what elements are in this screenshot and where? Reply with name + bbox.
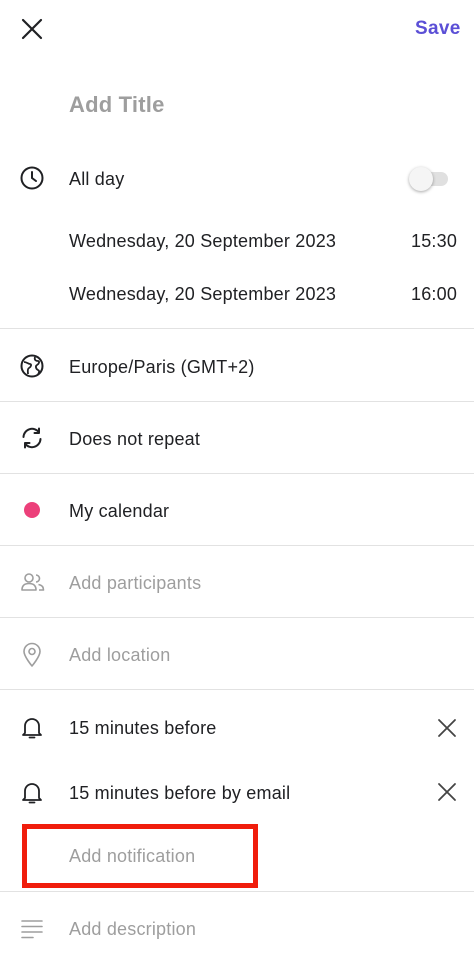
bell-icon	[22, 718, 42, 739]
timezone-label[interactable]: Europe/Paris (GMT+2)	[69, 357, 255, 378]
repeat-icon	[22, 427, 42, 449]
divider	[0, 617, 474, 618]
divider	[0, 891, 474, 892]
bell-icon	[22, 783, 42, 804]
divider	[0, 473, 474, 474]
calendar-label[interactable]: My calendar	[69, 501, 169, 522]
save-button[interactable]: Save	[415, 18, 461, 40]
end-time[interactable]: 16:00	[411, 284, 457, 305]
location-pin-icon	[23, 642, 41, 667]
divider	[0, 401, 474, 402]
divider	[0, 689, 474, 690]
all-day-label: All day	[69, 169, 125, 189]
description-icon	[21, 920, 43, 939]
clock-icon	[20, 166, 44, 190]
end-date[interactable]: Wednesday, 20 September 2023	[69, 284, 336, 305]
title-input[interactable]: Add Title	[69, 92, 165, 118]
calendar-color-dot	[24, 502, 40, 518]
remove-notification-icon[interactable]	[437, 782, 457, 802]
divider	[0, 545, 474, 546]
start-time[interactable]: 15:30	[411, 231, 457, 252]
notification-label[interactable]: 15 minutes before by email	[69, 783, 290, 804]
all-day-toggle-knob[interactable]	[409, 167, 433, 191]
description-input[interactable]: Add description	[69, 919, 196, 940]
repeat-label[interactable]: Does not repeat	[69, 429, 200, 450]
participants-icon	[21, 573, 45, 591]
start-date[interactable]: Wednesday, 20 September 2023	[69, 231, 336, 252]
highlight-box	[22, 824, 258, 888]
participants-input[interactable]: Add participants	[69, 573, 201, 594]
divider	[0, 328, 474, 329]
globe-icon	[20, 354, 44, 378]
location-input[interactable]: Add location	[69, 645, 170, 666]
remove-notification-icon[interactable]	[437, 718, 457, 738]
notification-label[interactable]: 15 minutes before	[69, 718, 217, 739]
close-icon[interactable]	[21, 18, 43, 40]
